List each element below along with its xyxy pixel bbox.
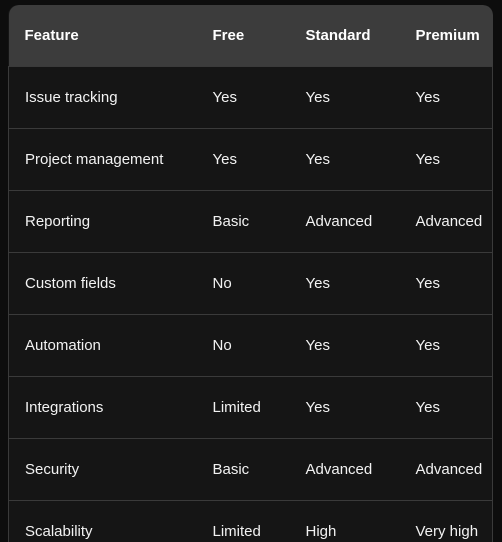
cell-premium-text: Yes (415, 151, 440, 168)
cell-premium: Yes (399, 128, 493, 191)
cell-premium: Yes (399, 376, 493, 439)
cell-premium-text: Yes (415, 275, 440, 292)
cell-free: Basic (196, 438, 290, 501)
cell-free-text: Yes (212, 89, 237, 106)
cell-standard-text: Advanced (305, 461, 373, 478)
cell-free-text: Basic (212, 461, 250, 478)
table-row[interactable]: Issue tracking Yes Yes Yes (8, 66, 493, 129)
cell-free: No (196, 314, 290, 377)
cell-feature: Security (8, 438, 197, 501)
cell-free: Yes (196, 128, 290, 191)
table-row[interactable]: Custom fields No Yes Yes (8, 252, 493, 315)
cell-free-text: Yes (212, 151, 237, 168)
table-row[interactable]: Scalability Limited High Very high (8, 500, 493, 542)
cell-standard: Yes (289, 66, 400, 129)
cell-premium-text: Yes (415, 89, 440, 106)
cell-free-text: Limited (212, 523, 261, 540)
cell-standard-text: Yes (305, 275, 330, 292)
table-row[interactable]: Project management Yes Yes Yes (8, 128, 493, 191)
cell-standard: Yes (289, 128, 400, 191)
cell-premium: Advanced (399, 190, 493, 253)
cell-feature-text: Project management (25, 151, 164, 168)
cell-premium-text: Yes (415, 337, 440, 354)
cell-standard-text: Yes (305, 151, 330, 168)
cell-feature-text: Integrations (25, 399, 104, 416)
table-row[interactable]: Automation No Yes Yes (8, 314, 493, 377)
table-row[interactable]: Reporting Basic Advanced Advanced (8, 190, 493, 253)
cell-free: Limited (196, 500, 290, 542)
column-header-free[interactable]: Free (196, 5, 290, 67)
column-header-feature[interactable]: Feature (8, 5, 197, 67)
cell-premium-text: Very high (415, 523, 479, 540)
cell-feature-text: Automation (25, 337, 101, 354)
column-header-standard[interactable]: Standard (289, 5, 400, 67)
cell-premium: Advanced (399, 438, 493, 501)
cell-premium: Yes (399, 66, 493, 129)
cell-standard: Advanced (289, 438, 400, 501)
cell-standard-text: High (305, 523, 337, 540)
cell-premium-text: Advanced (415, 213, 483, 230)
cell-free: Basic (196, 190, 290, 253)
cell-feature-text: Custom fields (25, 275, 116, 292)
cell-premium: Very high (399, 500, 493, 542)
cell-standard-text: Yes (305, 89, 330, 106)
cell-free: Limited (196, 376, 290, 439)
table-row[interactable]: Integrations Limited Yes Yes (8, 376, 493, 439)
cell-free: Yes (196, 66, 290, 129)
column-header-standard-label: Standard (305, 27, 371, 44)
cell-free-text: No (212, 275, 232, 292)
cell-feature: Automation (8, 314, 197, 377)
cell-feature: Scalability (8, 500, 197, 542)
table-row[interactable]: Security Basic Advanced Advanced (8, 438, 493, 501)
cell-standard: Advanced (289, 190, 400, 253)
cell-premium-text: Advanced (415, 461, 483, 478)
cell-free-text: Basic (212, 213, 250, 230)
cell-free: No (196, 252, 290, 315)
cell-premium-text: Yes (415, 399, 440, 416)
column-header-premium-label: Premium (415, 27, 480, 44)
cell-free-text: No (212, 337, 232, 354)
cell-premium: Yes (399, 314, 493, 377)
cell-standard: Yes (289, 376, 400, 439)
cell-free-text: Limited (212, 399, 261, 416)
cell-feature: Issue tracking (8, 66, 197, 129)
cell-feature-text: Issue tracking (25, 89, 118, 106)
cell-feature: Custom fields (8, 252, 197, 315)
column-header-premium[interactable]: Premium (399, 5, 493, 67)
column-header-free-label: Free (212, 27, 245, 44)
cell-standard: Yes (289, 314, 400, 377)
cell-standard-text: Yes (305, 337, 330, 354)
cell-feature: Reporting (8, 190, 197, 253)
cell-feature-text: Scalability (25, 523, 93, 540)
table-header: Feature Free Standard Premium (8, 5, 493, 67)
table-body: Issue tracking Yes Yes Yes Project manag… (8, 66, 493, 542)
cell-feature: Project management (8, 128, 197, 191)
cell-feature-text: Reporting (25, 213, 91, 230)
cell-standard-text: Yes (305, 399, 330, 416)
cell-standard: Yes (289, 252, 400, 315)
cell-standard-text: Advanced (305, 213, 373, 230)
cell-premium: Yes (399, 252, 493, 315)
cell-standard: High (289, 500, 400, 542)
cell-feature-text: Security (25, 461, 80, 478)
cell-feature: Integrations (8, 376, 197, 439)
table-header-row: Feature Free Standard Premium (8, 5, 493, 67)
table-viewport: Feature Free Standard Premium Issue trac… (0, 0, 502, 542)
column-header-feature-label: Feature (24, 27, 79, 44)
feature-comparison-table: Feature Free Standard Premium Issue trac… (8, 5, 493, 542)
